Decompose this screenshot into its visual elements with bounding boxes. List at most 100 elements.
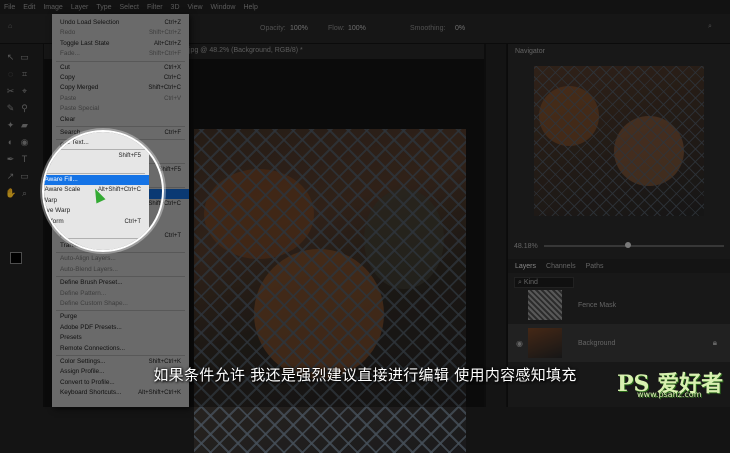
tool-icon[interactable]: ✒ [5, 154, 16, 165]
zoom-slider-handle[interactable] [625, 242, 631, 248]
menu-item[interactable]: Define Pattern... [52, 289, 189, 299]
menu-item[interactable]: Copy MergedShift+Ctrl+C [52, 83, 189, 93]
menu-item[interactable]: Remote Connections... [52, 344, 189, 354]
foreground-color-swatch[interactable] [10, 252, 22, 264]
menu-item-label: Presets [60, 334, 82, 341]
menubar-item[interactable]: 3D [171, 4, 180, 11]
menu-item-label: Content-Aware Scale [42, 186, 80, 193]
flow-value[interactable]: 100% [348, 25, 366, 32]
menubar-item[interactable]: Select [120, 4, 139, 11]
lock-icon: 🔒︎ [713, 338, 717, 348]
menu-separator [56, 61, 185, 62]
menu-item[interactable]: Define Brush Preset... [52, 278, 189, 288]
menu-item[interactable]: Keyboard Shortcuts...Alt+Shift+Ctrl+K [52, 388, 189, 398]
menu-item[interactable]: Perspective Warp [42, 206, 149, 216]
menu-item-label: Toggle Last State [60, 40, 109, 47]
menu-item-shortcut: Ctrl+C [164, 73, 181, 83]
magnifier-lens: Undo Load SelectionCtrl+ZRedoShift+Ctrl+… [42, 130, 164, 252]
tool-icon[interactable]: ↗ [5, 171, 16, 182]
tool-icon[interactable]: ◉ [19, 137, 30, 148]
opacity-value[interactable]: 100% [290, 25, 308, 32]
menu-item[interactable]: Purge [52, 312, 189, 322]
menubar-item[interactable]: Layer [71, 4, 89, 11]
menu-item[interactable]: Free TransformCtrl+T [42, 217, 149, 227]
tool-icon[interactable]: ✎ [5, 103, 16, 114]
menu-item-shortcut: Ctrl+X [164, 63, 181, 73]
tool-icon[interactable]: ↖ [5, 52, 16, 63]
layers-tab[interactable]: Layers [515, 263, 536, 270]
tool-icon[interactable]: ⌖ [19, 86, 30, 97]
menu-item[interactable]: Auto-Align Layers... [52, 254, 189, 264]
menu-item[interactable]: CutCtrl+X [52, 63, 189, 73]
menu-item-label: Free Transform [42, 218, 64, 225]
layer-row[interactable]: Fence Mask [508, 286, 730, 324]
home-icon[interactable]: ⌂ [8, 23, 12, 30]
menu-item[interactable]: Auto-Blend Layers... [52, 265, 189, 275]
smoothing-label: Smoothing: [410, 25, 445, 32]
menu-item[interactable]: Fade...Shift+Ctrl+F [52, 49, 189, 59]
menu-item[interactable]: Define Custom Shape... [52, 299, 189, 309]
menu-item[interactable]: Toggle Last StateAlt+Ctrl+Z [52, 39, 189, 49]
tool-icon[interactable]: ⚲ [19, 103, 30, 114]
menu-item[interactable]: Stroke... [42, 162, 149, 172]
layers-tab[interactable]: Paths [586, 263, 604, 270]
tool-icon[interactable]: ✦ [5, 120, 16, 131]
menu-item[interactable]: PasteCtrl+V [52, 94, 189, 104]
layer-thumbnail [528, 290, 562, 320]
layer-row[interactable]: ◉ Background 🔒︎ [508, 324, 730, 362]
tool-icon[interactable]: T [19, 154, 30, 165]
canvas-image[interactable] [194, 129, 466, 453]
menu-item[interactable]: Fill...Shift+F5 [42, 151, 149, 161]
menubar-item[interactable]: Type [96, 4, 111, 11]
menu-item-shortcut: Shift+Ctrl+Z [149, 28, 181, 38]
layers-tab[interactable]: Channels [546, 263, 576, 270]
menu-item[interactable]: RedoShift+Ctrl+Z [52, 28, 189, 38]
menubar-item[interactable]: Image [43, 4, 62, 11]
tool-icon[interactable]: ✋ [5, 188, 16, 199]
menubar-item[interactable]: File [4, 4, 15, 11]
menu-item-label: Clear [60, 116, 75, 123]
navigator-zoom-value[interactable]: 48.18% [514, 243, 538, 250]
menu-item-label: Puppet Warp [42, 197, 57, 204]
navigator-thumbnail[interactable] [534, 66, 704, 216]
menu-item[interactable]: Auto-Align Layers... [42, 240, 149, 250]
watermark-url: www.psahz.com [637, 390, 701, 399]
menubar-item[interactable]: View [188, 4, 203, 11]
menu-item-shortcut: Shift+Ctrl+C [148, 83, 181, 93]
menu-item[interactable]: Undo Load SelectionCtrl+Z [52, 18, 189, 28]
tool-icon[interactable]: ◐ [5, 137, 16, 148]
tool-icon[interactable]: ⌕ [19, 188, 30, 199]
tool-icon[interactable]: ▭ [19, 52, 30, 63]
eye-icon[interactable]: ◉ [516, 339, 523, 348]
menubar-item[interactable]: Help [243, 4, 257, 11]
navigator-title[interactable]: Navigator [508, 48, 545, 55]
menu-item-label: Define Brush Preset... [60, 279, 123, 286]
menubar-item[interactable]: Edit [23, 4, 35, 11]
menu-item[interactable]: Copy Ctrl+C [52, 73, 189, 83]
smoothing-value[interactable]: 0% [455, 25, 465, 32]
tool-icon[interactable]: ⌗ [19, 69, 30, 80]
document-tab-title[interactable]: jpg @ 48.2% (Background, RGB/8) * [189, 47, 303, 54]
search-icon[interactable]: ⌕ [708, 23, 712, 31]
tool-icon[interactable]: ✂ [5, 86, 16, 97]
menu-item-label: Purge [60, 313, 77, 320]
menu-separator [56, 126, 185, 127]
menu-item[interactable]: Content-Aware Fill... [42, 175, 149, 185]
tool-icon[interactable]: ◌ [5, 69, 16, 80]
menubar-item[interactable]: Window [211, 4, 236, 11]
zoom-slider[interactable] [544, 245, 724, 247]
menu-item[interactable]: Check Spelling... [42, 130, 149, 137]
menu-item[interactable]: Paste Special [52, 104, 189, 114]
menubar-item[interactable]: Filter [147, 4, 163, 11]
menu-item[interactable]: Clear [52, 115, 189, 125]
menu-item-shortcut: Alt+Shift+Ctrl+C [98, 185, 141, 195]
layer-thumbnail [528, 328, 562, 358]
menu-item[interactable]: Adobe PDF Presets... [52, 323, 189, 333]
menu-item[interactable]: Presets [52, 333, 189, 343]
tool-icon[interactable]: ▭ [19, 171, 30, 182]
tool-icon[interactable]: ▰ [19, 120, 30, 131]
menu-item-label: Copy [60, 74, 75, 81]
menu-item[interactable]: Find and Replace Text... [42, 138, 149, 148]
layer-name: Background [578, 340, 615, 347]
menu-item[interactable]: Transform [42, 227, 149, 237]
